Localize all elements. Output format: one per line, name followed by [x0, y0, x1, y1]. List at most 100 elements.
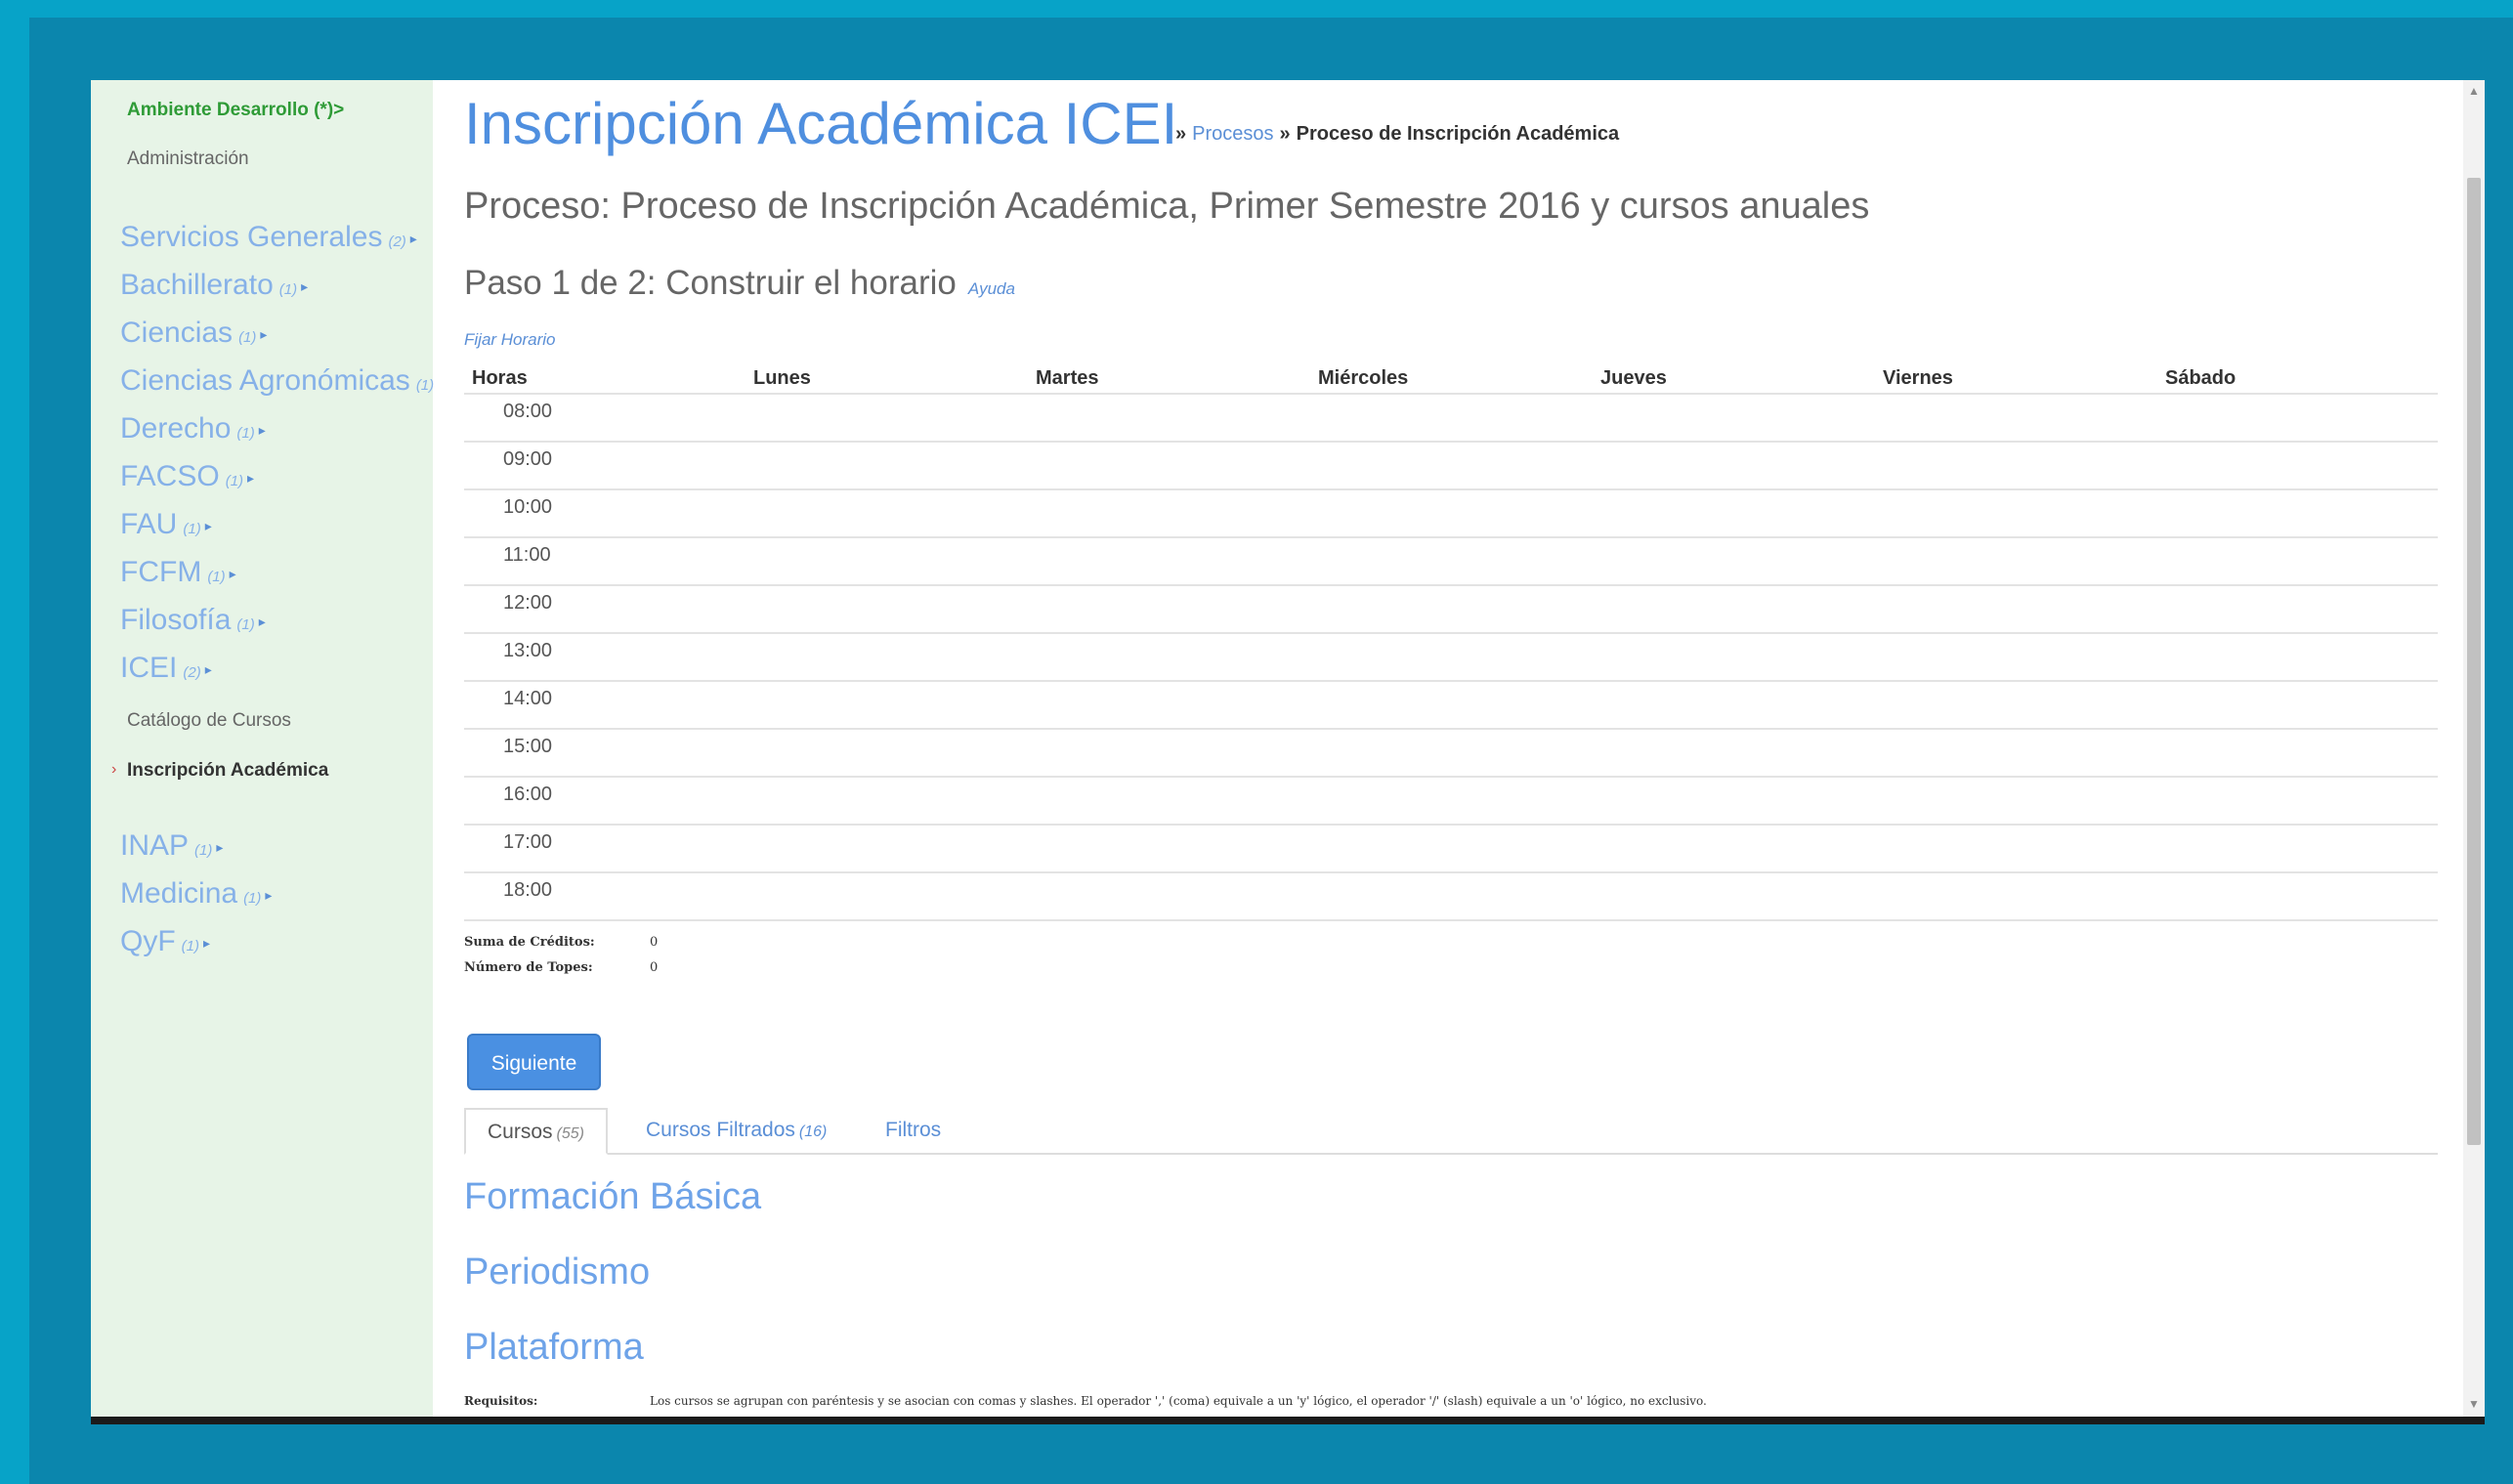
time-cell: 13:00 [503, 640, 553, 661]
section-plataforma[interactable]: Plataforma [464, 1327, 644, 1369]
sidebar-item-ciencias[interactable]: Ciencias (1) ▸ [120, 317, 267, 350]
credits-label: Suma de Créditos: [464, 935, 595, 950]
table-row: 16:00 [464, 776, 2438, 824]
vertical-scrollbar[interactable]: ▲ ▼ [2463, 80, 2485, 1417]
caret-right-icon: ▸ [216, 838, 224, 855]
sidebar-item-label: Ciencias [120, 317, 234, 349]
requirements-text: Los cursos se agrupan con paréntesis y s… [650, 1394, 1707, 1408]
sidebar-item-label: QyF [120, 925, 176, 957]
breadcrumb: » Procesos» Proceso de Inscripción Académi… [1170, 123, 1619, 146]
help-link[interactable]: Ayuda [968, 279, 1015, 298]
tab-cursos[interactable]: Cursos (55) [464, 1108, 608, 1155]
clashes-label: Número de Topes: [464, 960, 593, 975]
main-content: Inscripción Académica ICEI » Procesos» Pro… [464, 80, 2446, 1417]
table-row: 10:00 [464, 488, 2438, 536]
sidebar-subitem-inscripcion[interactable]: Inscripción Académica [127, 760, 328, 782]
time-cell: 15:00 [503, 736, 553, 757]
sidebar-item-icei[interactable]: ICEI (2) ▸ [120, 652, 212, 685]
tab-filtros[interactable]: Filtros [885, 1108, 941, 1153]
time-cell: 12:00 [503, 592, 553, 614]
credits-value: 0 [650, 935, 659, 950]
caret-right-icon: ▸ [258, 421, 266, 438]
tab-cursos-filtrados[interactable]: Cursos Filtrados (16) [646, 1108, 827, 1153]
sidebar-item-count: (2) [183, 664, 201, 681]
section-periodismo[interactable]: Periodismo [464, 1251, 650, 1293]
sidebar-item-count: (1) [278, 281, 298, 298]
caret-right-icon: ▸ [258, 613, 266, 629]
breadcrumb-separator: » [1279, 123, 1291, 145]
sidebar-item-count: (1) [207, 569, 226, 585]
time-cell: 10:00 [503, 496, 553, 518]
scroll-up-icon[interactable]: ▲ [2463, 84, 2485, 104]
sidebar-item-label: FAU [120, 508, 178, 540]
caret-right-icon: ▸ [229, 565, 236, 581]
tab-count: (55) [556, 1125, 584, 1142]
sidebar-item-count: (1) [194, 842, 213, 859]
sidebar-item-label: Bachillerato [120, 269, 274, 301]
scroll-down-icon[interactable]: ▼ [2463, 1397, 2485, 1417]
sidebar-item-label: Medicina [120, 877, 238, 910]
breadcrumb-current: Proceso de Inscripción Académica [1296, 123, 1620, 145]
sidebar-item-medicina[interactable]: Medicina (1) ▸ [120, 877, 272, 911]
sidebar-item-label: Filosofía [120, 604, 232, 636]
sidebar-item-label: FCFM [120, 556, 202, 588]
sidebar-item-derecho[interactable]: Derecho (1) ▸ [120, 412, 266, 445]
sidebar-subitem-catalogo[interactable]: Catálogo de Cursos [127, 710, 291, 732]
breadcrumb-link-procesos[interactable]: Procesos [1192, 123, 1273, 145]
caret-right-icon: ▸ [204, 517, 212, 533]
clashes-value: 0 [650, 960, 659, 975]
schedule-header: Horas Lunes Martes Miércoles Jueves Vier… [464, 361, 2438, 393]
sidebar-item-count: (1) [238, 329, 257, 346]
admin-link[interactable]: Administración [127, 148, 249, 170]
table-row: 15:00 [464, 728, 2438, 776]
sidebar-item-label: Derecho [120, 412, 232, 445]
caret-right-icon: ▸ [260, 325, 268, 342]
environment-title[interactable]: Ambiente Desarrollo (*)> [127, 100, 344, 121]
table-row: 13:00 [464, 632, 2438, 680]
table-row: 14:00 [464, 680, 2438, 728]
sidebar-item-inap[interactable]: INAP (1) ▸ [120, 829, 223, 863]
sidebar-item-fcfm[interactable]: FCFM (1) ▸ [120, 556, 236, 589]
tab-label: Cursos [488, 1121, 553, 1143]
schedule-summary: Suma de Créditos: 0 Número de Topes: 0 [464, 935, 658, 986]
sidebar-item-qyf[interactable]: QyF (1) ▸ [120, 925, 210, 958]
time-cell: 18:00 [503, 879, 553, 901]
caret-right-icon: ▸ [409, 230, 417, 246]
sidebar-item-count: (1) [183, 521, 201, 537]
column-header-lunes: Lunes [753, 367, 811, 389]
tab-label: Filtros [885, 1119, 942, 1141]
sidebar-item-servicios-generales[interactable]: Servicios Generales (2) ▸ [120, 221, 417, 254]
sidebar-item-filosofia[interactable]: Filosofía (1) ▸ [120, 604, 266, 637]
sidebar-item-label: FACSO [120, 460, 220, 492]
column-header-jueves: Jueves [1600, 367, 1667, 389]
sidebar-item-ciencias-agronomicas[interactable]: Ciencias Agronómicas (1) [120, 364, 434, 398]
section-formacion-basica[interactable]: Formación Básica [464, 1176, 761, 1218]
caret-right-icon: ▸ [203, 934, 211, 951]
sidebar-item-label: ICEI [120, 652, 178, 684]
scrollbar-thumb[interactable] [2467, 178, 2481, 1145]
time-cell: 14:00 [503, 688, 553, 709]
sidebar-item-label: Ciencias Agronómicas [120, 364, 410, 397]
credits-row: Suma de Créditos: 0 [464, 935, 658, 960]
sidebar-item-fau[interactable]: FAU (1) ▸ [120, 508, 212, 541]
time-cell: 09:00 [503, 448, 553, 470]
column-header-viernes: Viernes [1883, 367, 1953, 389]
active-marker-icon: › [111, 761, 117, 778]
time-cell: 16:00 [503, 784, 553, 805]
time-cell: 17:00 [503, 831, 553, 853]
column-header-horas: Horas [472, 367, 528, 389]
caret-right-icon: ▸ [301, 277, 309, 294]
sidebar-item-label: Servicios Generales [120, 221, 383, 253]
page-title: Inscripción Académica ICEI [464, 91, 1178, 156]
sidebar-item-facso[interactable]: FACSO (1) ▸ [120, 460, 254, 493]
sidebar-item-bachillerato[interactable]: Bachillerato (1) ▸ [120, 269, 308, 302]
caret-right-icon: ▸ [204, 660, 212, 677]
browser-window: Ambiente Desarrollo (*)> Administración … [91, 80, 2485, 1417]
tab-count: (16) [798, 1124, 828, 1140]
window-frame-top [0, 0, 2513, 18]
table-row: 11:00 [464, 536, 2438, 584]
requirements-label: Requisitos: [464, 1394, 538, 1408]
next-button[interactable]: Siguiente [467, 1034, 601, 1090]
sidebar-item-count: (1) [181, 938, 200, 954]
fix-schedule-link[interactable]: Fijar Horario [464, 330, 556, 350]
